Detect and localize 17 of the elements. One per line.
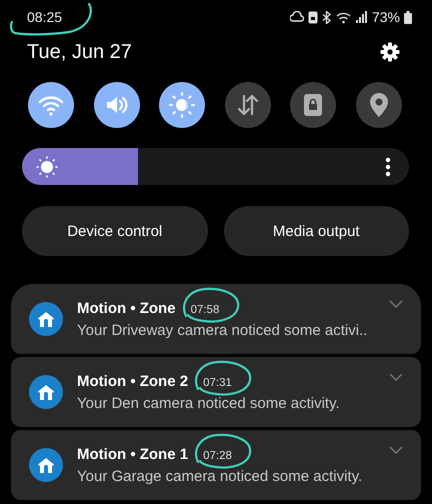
quick-panel-button[interactable]: Device control	[22, 206, 208, 256]
notification-title: Motion • Zone 2	[77, 372, 188, 390]
clock-time: 08:25	[27, 9, 62, 25]
notification-text: Your Garage camera noticed some activity.	[77, 468, 364, 484]
notification-text: Your Driveway camera noticed some activi..	[77, 322, 368, 338]
notification-time: 07:58	[190, 304, 220, 316]
notification-card[interactable]: Motion • Zone 1 07:28 Your Garage camera noticed some activity.	[11, 430, 421, 500]
notification-text: Your Den camera noticed some activity.	[77, 394, 341, 412]
notification-card[interactable]: Motion • Zone 07:58 Your Driveway camera noticed some activi..	[11, 284, 421, 354]
quick-panel-button[interactable]: Media output	[224, 206, 409, 256]
date-label: Tue, Jun 27	[27, 40, 132, 64]
notification-title: Motion • Zone 1	[77, 446, 188, 462]
notification-card[interactable]: Motion • Zone 2 07:31 Your Den camera noticed some activity.	[11, 357, 421, 427]
notification-time: 07:31	[203, 376, 232, 388]
notification-time: 07:28	[203, 450, 232, 462]
notification-title: Motion • Zone	[77, 300, 176, 316]
battery-percentage: 73%	[372, 9, 400, 25]
